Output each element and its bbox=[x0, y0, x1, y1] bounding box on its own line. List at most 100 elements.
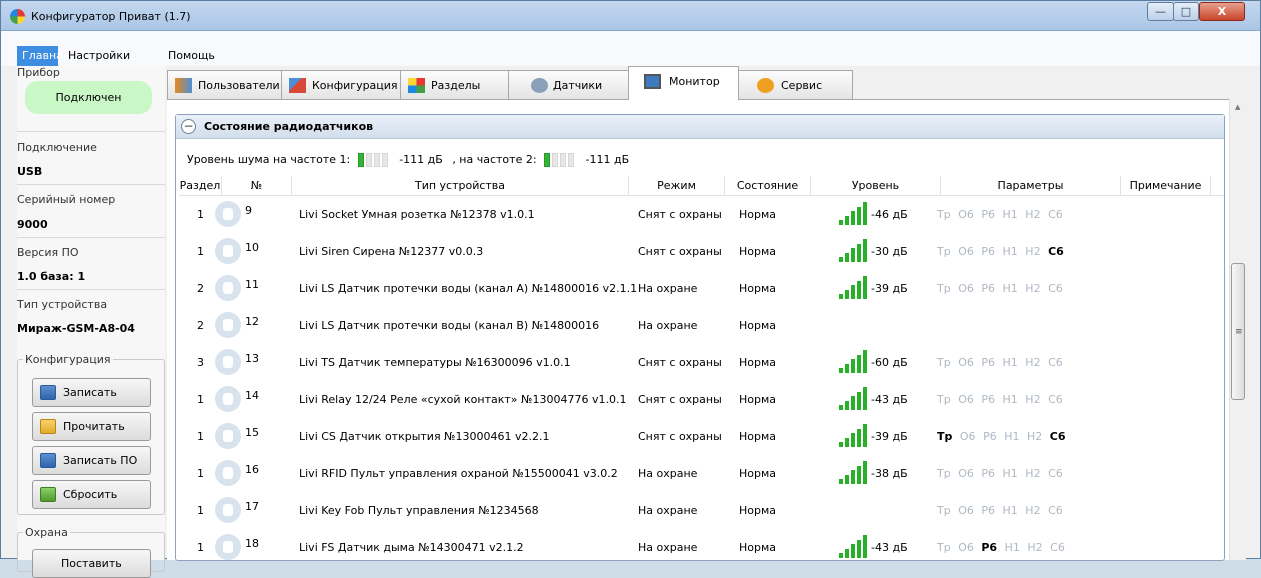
menu-help[interactable]: Помощь bbox=[163, 46, 220, 66]
table-row[interactable]: 2 11 Livi LS Датчик протечки воды (канал A… bbox=[179, 271, 1219, 307]
table-row[interactable]: 1 9 Livi Socket Умная розетка №12378 v1.0.… bbox=[179, 197, 1219, 233]
maximize-button[interactable]: □ bbox=[1173, 2, 1199, 21]
table-row[interactable]: 1 18 Livi FS Датчик дыма №14300471 v2.1.2 Н… bbox=[179, 530, 1219, 566]
row-mode: На охране bbox=[638, 541, 698, 554]
minimize-button[interactable]: — bbox=[1147, 2, 1174, 21]
param-flag: Тр bbox=[937, 282, 951, 295]
row-device-type: Livi Key Fob Пульт управления №1234568 bbox=[299, 504, 539, 517]
param-flag: H1 bbox=[1002, 208, 1018, 221]
scroll-up-icon[interactable]: ▲ bbox=[1235, 103, 1240, 111]
table-row[interactable]: 3 13 Livi TS Датчик температуры №16300096 … bbox=[179, 345, 1219, 381]
param-flag: O6 bbox=[958, 356, 974, 369]
tab-sensors[interactable]: Датчики bbox=[508, 70, 629, 100]
param-flag: C6 bbox=[1048, 467, 1063, 480]
save-icon bbox=[40, 453, 56, 468]
table-row[interactable]: 1 17 Livi Key Fob Пульт управления №123456… bbox=[179, 493, 1219, 529]
tab-monitor[interactable]: Монитор bbox=[628, 66, 739, 100]
signal-bar bbox=[839, 294, 843, 299]
row-params: Тр O6 P6 H1 H2 C6 bbox=[937, 234, 1064, 270]
signal-bar bbox=[863, 424, 867, 447]
signal-bars-icon bbox=[839, 423, 867, 447]
param-flag: Тр bbox=[937, 504, 951, 517]
row-number: 18 bbox=[245, 537, 259, 550]
signal-bar bbox=[851, 433, 855, 447]
table-row[interactable]: 1 14 Livi Relay 12/24 Реле «сухой контакт»… bbox=[179, 382, 1219, 418]
param-flag: C6 bbox=[1048, 393, 1063, 406]
device-icon bbox=[215, 497, 241, 523]
col-number[interactable]: № bbox=[222, 176, 292, 196]
scroll-thumb[interactable]: ≡ bbox=[1231, 263, 1245, 400]
signal-bar bbox=[863, 387, 867, 410]
menu-bar: Главная Настройки Помощь bbox=[1, 31, 1260, 66]
sections-icon bbox=[408, 78, 425, 93]
col-params[interactable]: Параметры bbox=[941, 176, 1121, 196]
device-icon bbox=[215, 238, 241, 264]
table-row[interactable]: 1 16 Livi RFID Пульт управления охраной №1… bbox=[179, 456, 1219, 492]
col-note[interactable]: Примечание bbox=[1121, 176, 1211, 196]
signal-bar bbox=[863, 350, 867, 373]
row-number: 9 bbox=[245, 204, 252, 217]
device-icon bbox=[215, 349, 241, 375]
table-row[interactable]: 1 10 Livi Siren Сирена №12377 v0.0.3 Снят с… bbox=[179, 234, 1219, 270]
param-flag: C6 bbox=[1050, 541, 1065, 554]
row-mode: На охране bbox=[638, 282, 698, 295]
col-state[interactable]: Состояние bbox=[725, 176, 811, 196]
param-flag: H2 bbox=[1026, 430, 1043, 443]
param-flag: H2 bbox=[1025, 467, 1041, 480]
row-state: Норма bbox=[739, 319, 777, 332]
row-device-type: Livi Siren Сирена №12377 v0.0.3 bbox=[299, 245, 484, 258]
col-device-type[interactable]: Тип устройства bbox=[292, 176, 629, 196]
write-firmware-button[interactable]: Записать ПО bbox=[32, 446, 151, 475]
row-state: Норма bbox=[739, 504, 777, 517]
tab-label: Разделы bbox=[431, 79, 481, 92]
signal-bar bbox=[845, 363, 849, 373]
row-params: Тр O6 P6 H1 H2 C6 bbox=[937, 271, 1063, 307]
row-mode: На охране bbox=[638, 467, 698, 480]
collapse-icon[interactable]: − bbox=[181, 119, 196, 134]
menu-settings[interactable]: Настройки bbox=[63, 46, 135, 66]
device-icon bbox=[215, 534, 241, 560]
tab-sections[interactable]: Разделы bbox=[400, 70, 509, 100]
signal-bar bbox=[851, 211, 855, 225]
signal-bar bbox=[851, 470, 855, 484]
firmware-label: Версия ПО bbox=[17, 246, 79, 259]
row-device-type: Livi FS Датчик дыма №14300471 v2.1.2 bbox=[299, 541, 524, 554]
table-row[interactable]: 1 15 Livi CS Датчик открытия №13000461 v2.… bbox=[179, 419, 1219, 455]
row-mode: Снят с охраны bbox=[638, 245, 722, 258]
param-flag: C6 bbox=[1048, 282, 1063, 295]
menu-main[interactable]: Главная bbox=[17, 46, 70, 66]
signal-bars-icon bbox=[839, 534, 867, 558]
row-device-type: Livi Relay 12/24 Реле «сухой контакт» №1… bbox=[299, 393, 627, 406]
close-button[interactable]: X bbox=[1199, 2, 1245, 21]
noise-prefix: Уровень шума на частоте 1: bbox=[187, 153, 351, 166]
signal-bars-icon bbox=[839, 386, 867, 410]
row-section: 1 bbox=[197, 245, 204, 258]
param-flag: H1 bbox=[1002, 467, 1018, 480]
row-number: 16 bbox=[245, 463, 259, 476]
tab-users[interactable]: Пользователи bbox=[167, 70, 282, 100]
read-button-label: Прочитать bbox=[63, 420, 125, 433]
signal-bar bbox=[857, 354, 861, 373]
vertical-scrollbar[interactable]: ▲ ≡ bbox=[1229, 99, 1246, 560]
row-section: 1 bbox=[197, 430, 204, 443]
col-section[interactable]: Раздел bbox=[179, 176, 222, 196]
tab-service[interactable]: Сервис bbox=[738, 70, 853, 100]
read-button[interactable]: Прочитать bbox=[32, 412, 151, 441]
write-button[interactable]: Записать bbox=[32, 378, 151, 407]
device-type-label: Тип устройства bbox=[17, 298, 108, 311]
device-type-value: Мираж-GSM-A8-04 bbox=[17, 322, 135, 335]
signal-bar bbox=[851, 359, 855, 373]
col-mode[interactable]: Режим bbox=[629, 176, 725, 196]
reset-button[interactable]: Сбросить bbox=[32, 480, 151, 509]
col-level[interactable]: Уровень bbox=[811, 176, 941, 196]
tab-label: Сервис bbox=[781, 79, 823, 92]
panel-header[interactable]: − Состояние радиодатчиков bbox=[176, 115, 1224, 139]
row-mode: Снят с охраны bbox=[638, 430, 722, 443]
arm-button[interactable]: Поставить bbox=[32, 549, 151, 578]
tab-label: Датчики bbox=[553, 79, 603, 92]
config-group: Конфигурация Записать Прочитать Записать… bbox=[17, 353, 165, 515]
tab-label: Пользователи bbox=[198, 79, 280, 92]
tab-configuration[interactable]: Конфигурация bbox=[281, 70, 401, 100]
table-row[interactable]: 2 12 Livi LS Датчик протечки воды (канал B… bbox=[179, 308, 1219, 344]
row-level: -43 дБ bbox=[871, 541, 908, 554]
